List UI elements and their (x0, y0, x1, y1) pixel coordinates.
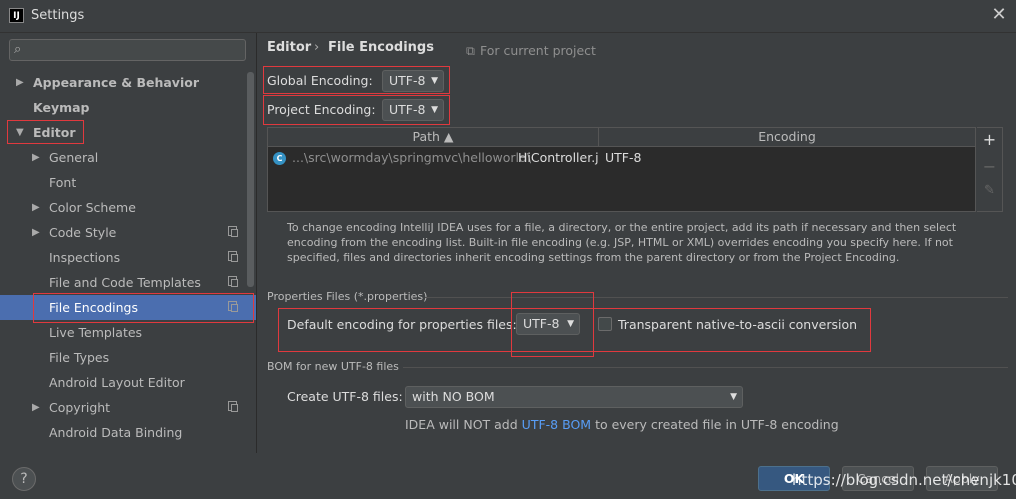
utf8-bom-link[interactable]: UTF-8 BOM (522, 417, 591, 432)
native-to-ascii-label[interactable]: Transparent native-to-ascii conversion (618, 317, 857, 332)
create-utf8-label: Create UTF-8 files: (287, 389, 403, 404)
breadcrumb-parent: Editor (267, 40, 312, 55)
row-encoding[interactable]: UTF-8 (605, 149, 641, 167)
project-scope-icon (228, 301, 238, 312)
sidebar-item-keymap[interactable]: Keymap (0, 95, 256, 120)
column-header-encoding[interactable]: Encoding (599, 128, 975, 146)
sidebar-item-label: Live Templates (49, 325, 143, 340)
path-encoding-table[interactable]: Path ▲ Encoding C ...\src\wormday\spring… (267, 127, 976, 212)
project-encoding-label: Project Encoding: (267, 102, 376, 117)
sidebar-item-font[interactable]: Font (0, 170, 256, 195)
sidebar-item-label: Copyright (49, 400, 111, 415)
chevron-down-icon: ▼ (16, 127, 24, 138)
project-encoding-value: UTF-8 (389, 102, 426, 117)
intellij-app-icon: IJ (9, 8, 24, 23)
section-divider (425, 297, 1008, 298)
java-class-icon: C (273, 152, 286, 165)
breadcrumb-separator: › (314, 40, 320, 55)
remove-icon[interactable]: − (977, 157, 1002, 176)
settings-search-input[interactable]: ⌕ (9, 39, 246, 61)
sidebar-item-file-code-templates[interactable]: File and Code Templates (0, 270, 256, 295)
default-properties-encoding-label: Default encoding for properties files: (287, 317, 517, 332)
watermark-url: https://blog.csdn.net/chenjk10 (792, 471, 1016, 489)
native-to-ascii-checkbox[interactable] (598, 317, 612, 331)
chevron-down-icon: ▼ (730, 392, 737, 402)
table-toolbar: + − ✎ (977, 127, 1003, 212)
bom-note-suffix: to every created file in UTF-8 encoding (595, 417, 839, 432)
sidebar-item-copyright[interactable]: ▶ Copyright (0, 395, 256, 420)
page-title: File Encodings (328, 40, 434, 55)
project-scope-icon (228, 276, 238, 287)
project-encoding-select[interactable]: UTF-8 ▼ (382, 99, 444, 121)
project-scope-icon (228, 226, 238, 237)
sidebar-item-file-types[interactable]: File Types (0, 345, 256, 370)
sidebar-item-label: Keymap (33, 100, 90, 115)
sidebar-item-label: Appearance & Behavior (33, 75, 199, 90)
sidebar-item-label: Android Data Binding (49, 425, 183, 440)
sidebar-item-label: File Types (49, 350, 110, 365)
title-bar (0, 0, 1016, 33)
sidebar-item-editor[interactable]: ▼ Editor (0, 120, 256, 145)
sidebar-item-label: File and Code Templates (49, 275, 201, 290)
chevron-right-icon: ▶ (32, 202, 40, 213)
global-encoding-select[interactable]: UTF-8 ▼ (382, 70, 444, 92)
properties-section-title: Properties Files (*.properties) (267, 290, 428, 303)
sidebar-item-appearance-behavior[interactable]: ▶ Appearance & Behavior (0, 70, 256, 95)
create-utf8-bom-select[interactable]: with NO BOM ▼ (405, 386, 743, 408)
global-encoding-label: Global Encoding: (267, 73, 373, 88)
sidebar-item-label: Color Scheme (49, 200, 136, 215)
bom-note-prefix: IDEA will NOT add (405, 417, 518, 432)
chevron-right-icon: ▶ (32, 227, 40, 238)
create-utf8-bom-value: with NO BOM (412, 389, 495, 404)
help-button[interactable]: ? (12, 467, 36, 491)
bom-section-title: BOM for new UTF-8 files (267, 360, 399, 373)
sidebar-item-label: Android Layout Editor (49, 375, 185, 390)
default-properties-encoding-select[interactable]: UTF-8 ▼ (516, 313, 580, 335)
chevron-down-icon: ▼ (567, 319, 574, 329)
sidebar-item-live-templates[interactable]: Live Templates (0, 320, 256, 345)
column-header-path[interactable]: Path ▲ (268, 128, 598, 146)
edit-icon[interactable]: ✎ (977, 183, 1002, 198)
project-scope-icon (228, 251, 238, 262)
sidebar-item-label: Font (49, 175, 77, 190)
sidebar-item-label: Code Style (49, 225, 117, 240)
chevron-down-icon: ▼ (431, 76, 438, 86)
default-properties-encoding-value: UTF-8 (523, 316, 560, 331)
chevron-right-icon: ▶ (32, 152, 40, 163)
bom-note: IDEA will NOT add UTF-8 BOM to every cre… (405, 417, 839, 432)
row-path-prefix: ...\src\wormday\springmvc\helloworld\ (292, 150, 532, 165)
sidebar-item-label: General (49, 150, 99, 165)
row-path-file: HiController.ja (518, 150, 599, 165)
sidebar-item-inspections[interactable]: Inspections (0, 245, 256, 270)
chevron-right-icon: ▶ (16, 77, 24, 88)
sidebar-item-label: File Encodings (49, 300, 139, 315)
sidebar-item-code-style[interactable]: ▶ Code Style (0, 220, 256, 245)
sidebar-item-android-layout-editor[interactable]: Android Layout Editor (0, 370, 256, 395)
sidebar-item-android-data-binding[interactable]: Android Data Binding (0, 420, 256, 445)
encoding-help-text: To change encoding IntelliJ IDEA uses fo… (287, 221, 957, 264)
chevron-down-icon: ▼ (431, 105, 438, 115)
sidebar-item-label: Inspections (49, 250, 121, 265)
close-icon[interactable]: ✕ (989, 4, 1009, 26)
section-divider (403, 367, 1008, 368)
sidebar-scrollbar[interactable] (247, 72, 254, 287)
sidebar-item-file-encodings[interactable]: File Encodings (0, 295, 256, 320)
sidebar-item-general[interactable]: ▶ General (0, 145, 256, 170)
search-icon: ⌕ (14, 42, 22, 57)
chevron-right-icon: ▶ (32, 402, 40, 413)
global-encoding-value: UTF-8 (389, 73, 426, 88)
project-scope-icon (228, 401, 238, 412)
project-scope-icon: ⧉ (466, 43, 475, 58)
table-header: Path ▲ Encoding (268, 128, 975, 147)
scope-label: For current project (480, 43, 596, 58)
window-title: Settings (31, 8, 85, 23)
add-icon[interactable]: + (977, 130, 1002, 149)
sidebar-item-label: Editor (33, 125, 76, 140)
sidebar-item-color-scheme[interactable]: ▶ Color Scheme (0, 195, 256, 220)
